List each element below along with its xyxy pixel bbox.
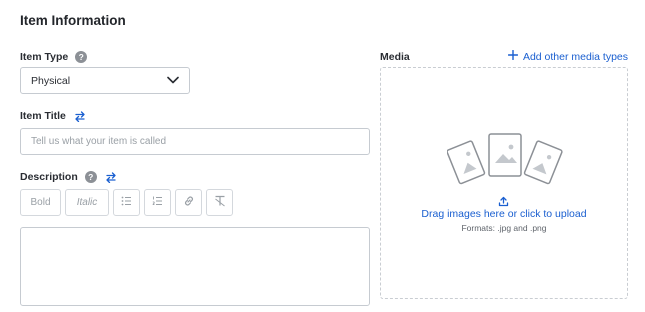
item-type-label: Item Type — [20, 51, 69, 63]
item-title-label: Item Title — [20, 110, 66, 122]
numbered-list-button[interactable] — [144, 189, 171, 216]
media-label: Media — [380, 51, 410, 63]
description-label: Description — [20, 171, 78, 183]
formatting-toolbar: Bold Italic — [20, 189, 233, 216]
item-type-select[interactable]: Physical — [20, 67, 190, 94]
link-icon — [183, 195, 195, 210]
chevron-down-icon — [167, 75, 179, 87]
link-button[interactable] — [175, 189, 202, 216]
help-icon[interactable]: ? — [84, 171, 97, 183]
upload-link[interactable]: Drag images here or click to upload — [381, 208, 627, 220]
item-title-label-row: Item Title — [20, 110, 86, 122]
help-icon[interactable]: ? — [75, 51, 88, 63]
item-type-value: Physical — [31, 74, 71, 87]
plus-icon — [507, 49, 519, 63]
section-title: Item Information — [20, 13, 126, 28]
numbered-list-icon — [152, 196, 163, 209]
item-type-label-row: Item Type ? — [20, 51, 88, 63]
description-label-row: Description ? — [20, 171, 117, 183]
clear-format-icon — [214, 195, 226, 210]
bullet-list-button[interactable] — [113, 189, 140, 216]
italic-button[interactable]: Italic — [65, 189, 109, 216]
bullet-list-icon — [121, 196, 132, 209]
images-illustration-icon — [447, 133, 563, 185]
media-dropzone[interactable]: Drag images here or click to upload Form… — [380, 67, 628, 299]
add-media-types-label: Add other media types — [522, 50, 628, 63]
add-media-types-link[interactable]: Add other media types — [507, 49, 628, 63]
item-title-input[interactable] — [20, 128, 370, 155]
formats-hint: Formats: .jpg and .png — [461, 223, 547, 233]
swap-icon[interactable] — [105, 171, 117, 183]
clear-format-button[interactable] — [206, 189, 233, 216]
bold-button[interactable]: Bold — [20, 189, 61, 216]
swap-icon[interactable] — [74, 110, 86, 122]
description-textarea[interactable] — [20, 227, 370, 306]
